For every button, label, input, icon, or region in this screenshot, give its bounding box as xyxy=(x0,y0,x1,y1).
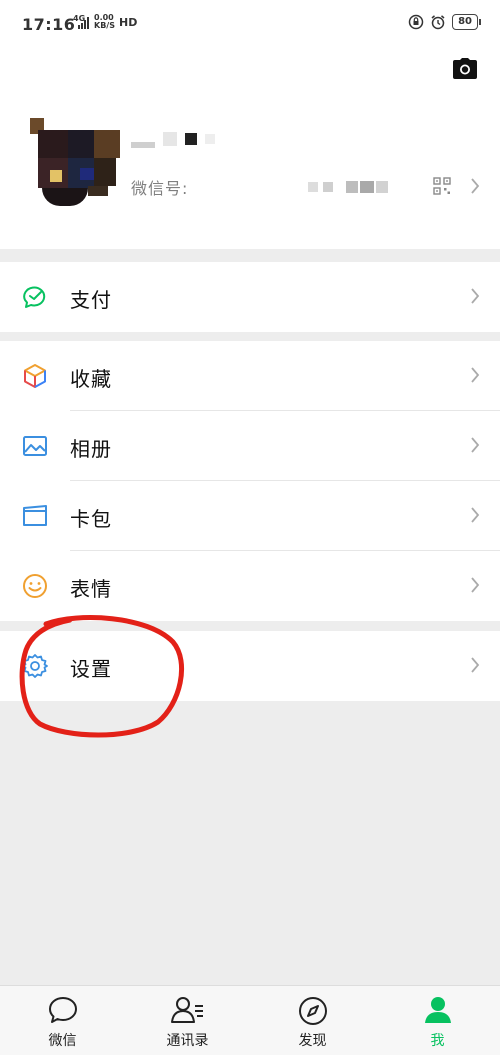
tab-chats[interactable]: 微信 xyxy=(0,986,125,1055)
compass-icon xyxy=(298,997,327,1025)
hd-indicator: HD xyxy=(119,16,138,29)
menu-label-settings: 设置 xyxy=(70,657,112,681)
menu-item-settings[interactable]: 设置 xyxy=(0,631,500,701)
menu-item-favorites[interactable]: 收藏 xyxy=(0,341,500,411)
chevron-right-icon xyxy=(471,657,480,673)
wechat-id-row[interactable]: 微信号: xyxy=(131,175,428,199)
chevron-right-icon xyxy=(471,577,480,593)
menu-item-cards[interactable]: 卡包 xyxy=(0,481,500,551)
chat-bubble-icon xyxy=(48,997,77,1023)
camera-icon[interactable] xyxy=(452,58,478,80)
status-bar: 17:16 4G 0.00 KB/S HD 80 xyxy=(0,0,500,50)
settings-group: 设置 xyxy=(0,631,500,701)
tab-label-chats: 微信 xyxy=(48,1033,77,1049)
menu-label-pay: 支付 xyxy=(70,288,112,312)
pay-group: 支付 xyxy=(0,262,500,332)
wallet-check-icon xyxy=(23,286,46,308)
menu-item-pay[interactable]: 支付 xyxy=(0,262,500,332)
wechat-id-label: 微信号: xyxy=(131,179,189,198)
network-speed: 0.00 KB/S xyxy=(94,14,115,30)
image-icon xyxy=(23,436,47,456)
status-time: 17:16 xyxy=(22,15,76,34)
chevron-right-icon xyxy=(471,178,480,194)
chevron-right-icon xyxy=(471,507,480,523)
tab-label-discover: 发现 xyxy=(298,1033,327,1049)
wechat-id-blurred xyxy=(228,180,428,194)
chevron-right-icon xyxy=(471,437,480,453)
speed-unit: KB/S xyxy=(94,21,115,30)
tab-discover[interactable]: 发现 xyxy=(250,986,375,1055)
lock-rotation-icon xyxy=(408,14,424,30)
signal-icon xyxy=(78,17,89,29)
contacts-icon xyxy=(170,997,203,1023)
alarm-icon xyxy=(431,15,445,30)
smiley-icon xyxy=(23,574,47,598)
features-group: 收藏 相册 卡包 表情 xyxy=(0,341,500,621)
person-icon xyxy=(424,997,451,1023)
battery-icon: 80 xyxy=(452,14,481,30)
chevron-right-icon xyxy=(471,288,480,304)
qr-code-icon[interactable] xyxy=(433,177,451,195)
menu-label-cards: 卡包 xyxy=(70,507,112,531)
nickname-blurred xyxy=(131,130,215,148)
tab-bar: 微信 通讯录 发现 我 xyxy=(0,985,500,1055)
tab-label-me: 我 xyxy=(430,1033,445,1049)
profile-header: 微信号: xyxy=(0,50,500,249)
menu-label-stickers: 表情 xyxy=(70,577,112,601)
chevron-right-icon xyxy=(471,367,480,383)
tab-contacts[interactable]: 通讯录 xyxy=(125,986,250,1055)
tab-label-contacts: 通讯录 xyxy=(166,1033,209,1049)
tab-me[interactable]: 我 xyxy=(375,986,500,1055)
avatar[interactable] xyxy=(30,118,120,208)
cube-icon xyxy=(24,364,46,388)
menu-item-album[interactable]: 相册 xyxy=(0,411,500,481)
card-wallet-icon xyxy=(23,505,47,526)
menu-item-stickers[interactable]: 表情 xyxy=(0,551,500,621)
gear-icon xyxy=(22,654,48,678)
menu-label-favorites: 收藏 xyxy=(70,367,112,391)
menu-label-album: 相册 xyxy=(70,437,112,461)
